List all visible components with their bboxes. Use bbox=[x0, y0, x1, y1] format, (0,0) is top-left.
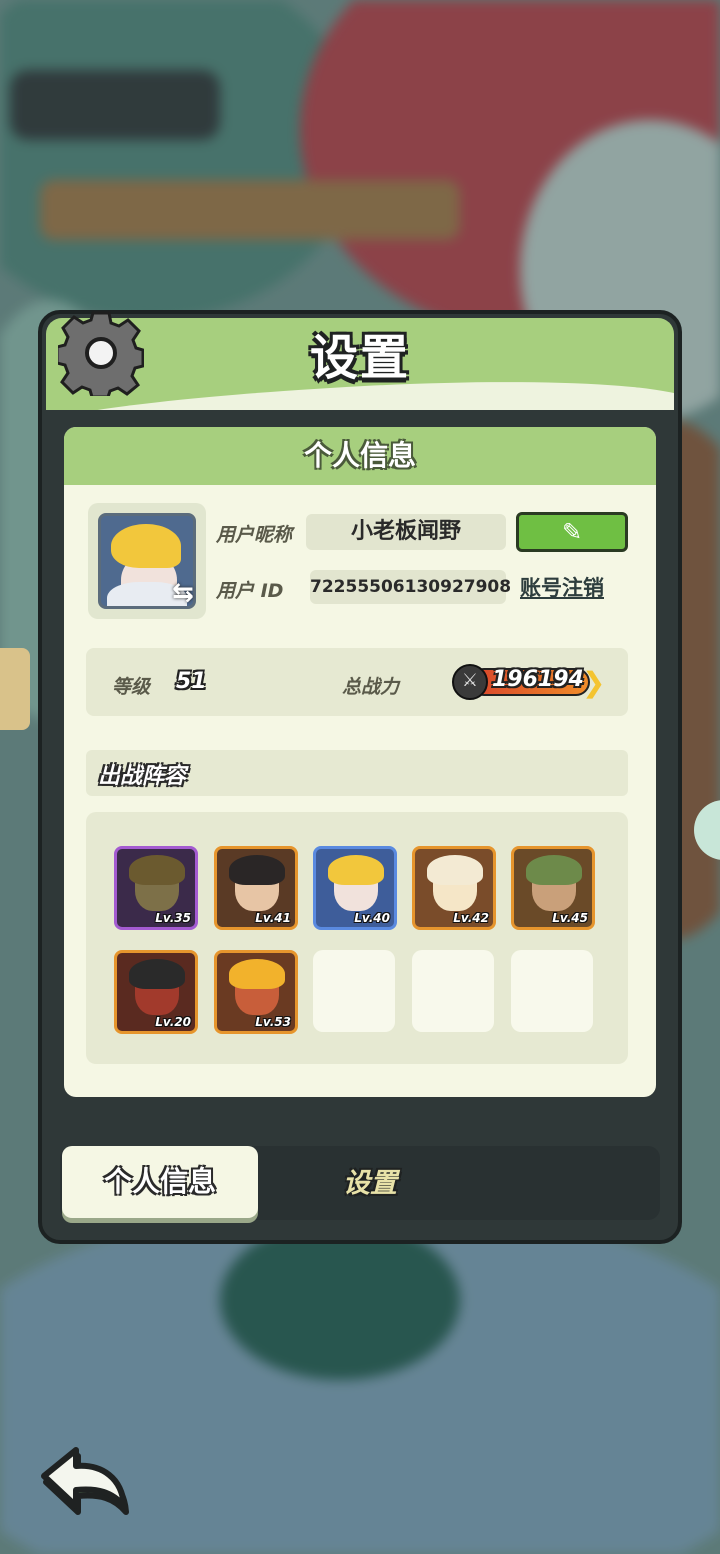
hero-level: Lv.45 bbox=[552, 911, 588, 925]
hero-level: Lv.40 bbox=[354, 911, 390, 925]
hero-card[interactable]: Lv.20 bbox=[114, 950, 198, 1034]
hero-portrait-hair bbox=[328, 855, 384, 885]
swap-avatar-icon[interactable]: ⇆ bbox=[172, 578, 194, 608]
hero-card[interactable]: Lv.42 bbox=[412, 846, 496, 930]
lineup-title: 出战阵容 bbox=[98, 764, 187, 789]
uid-field: 72255506130927908 bbox=[310, 570, 511, 604]
edit-nickname-button[interactable]: ✎ bbox=[516, 512, 628, 552]
hero-card[interactable]: Lv.41 bbox=[214, 846, 298, 930]
hero-card[interactable]: Lv.53 bbox=[214, 950, 298, 1034]
power-badge: ⚔ 196194 ❯ bbox=[452, 664, 606, 700]
tab-profile[interactable]: 个人信息 bbox=[62, 1146, 258, 1218]
flame-icon: ❯ bbox=[582, 666, 606, 699]
hero-portrait-hair bbox=[129, 855, 185, 885]
side-device-button[interactable] bbox=[0, 648, 30, 730]
hero-card[interactable]: Lv.40 bbox=[313, 846, 397, 930]
tab-settings[interactable]: 设置 bbox=[300, 1156, 440, 1212]
hero-card[interactable]: Lv.45 bbox=[511, 846, 595, 930]
empty-hero-slot[interactable] bbox=[412, 950, 494, 1032]
power-value: 196194 bbox=[492, 667, 584, 692]
hero-card[interactable]: Lv.35 bbox=[114, 846, 198, 930]
pencil-icon: ✎ bbox=[561, 518, 583, 546]
sword-icon: ⚔ bbox=[452, 664, 488, 700]
power-label: 总战力 bbox=[342, 676, 400, 698]
account-logout-link[interactable]: 账号注销 bbox=[520, 572, 604, 602]
hero-level: Lv.35 bbox=[155, 911, 191, 925]
hero-portrait-hair bbox=[229, 959, 285, 989]
empty-hero-slot[interactable] bbox=[313, 950, 395, 1032]
level-value: 51 bbox=[176, 669, 207, 694]
panel-title: 设置 bbox=[309, 330, 410, 386]
hero-portrait-hair bbox=[427, 855, 483, 885]
hero-level: Lv.20 bbox=[155, 1015, 191, 1029]
empty-hero-slot[interactable] bbox=[511, 950, 593, 1032]
uid-label: 用户 ID bbox=[216, 580, 284, 602]
hero-portrait-hair bbox=[526, 855, 582, 885]
hero-level: Lv.41 bbox=[255, 911, 291, 925]
nickname-label: 用户昵称 bbox=[216, 524, 293, 546]
hero-level: Lv.53 bbox=[255, 1015, 291, 1029]
hero-portrait-hair bbox=[229, 855, 285, 885]
profile-section-title: 个人信息 bbox=[64, 427, 656, 485]
nickname-field: 小老板闻野 bbox=[306, 514, 506, 550]
hero-portrait-hair bbox=[129, 959, 185, 989]
back-arrow-icon[interactable] bbox=[38, 1446, 130, 1518]
level-label: 等级 bbox=[112, 676, 151, 698]
hero-level: Lv.42 bbox=[453, 911, 489, 925]
